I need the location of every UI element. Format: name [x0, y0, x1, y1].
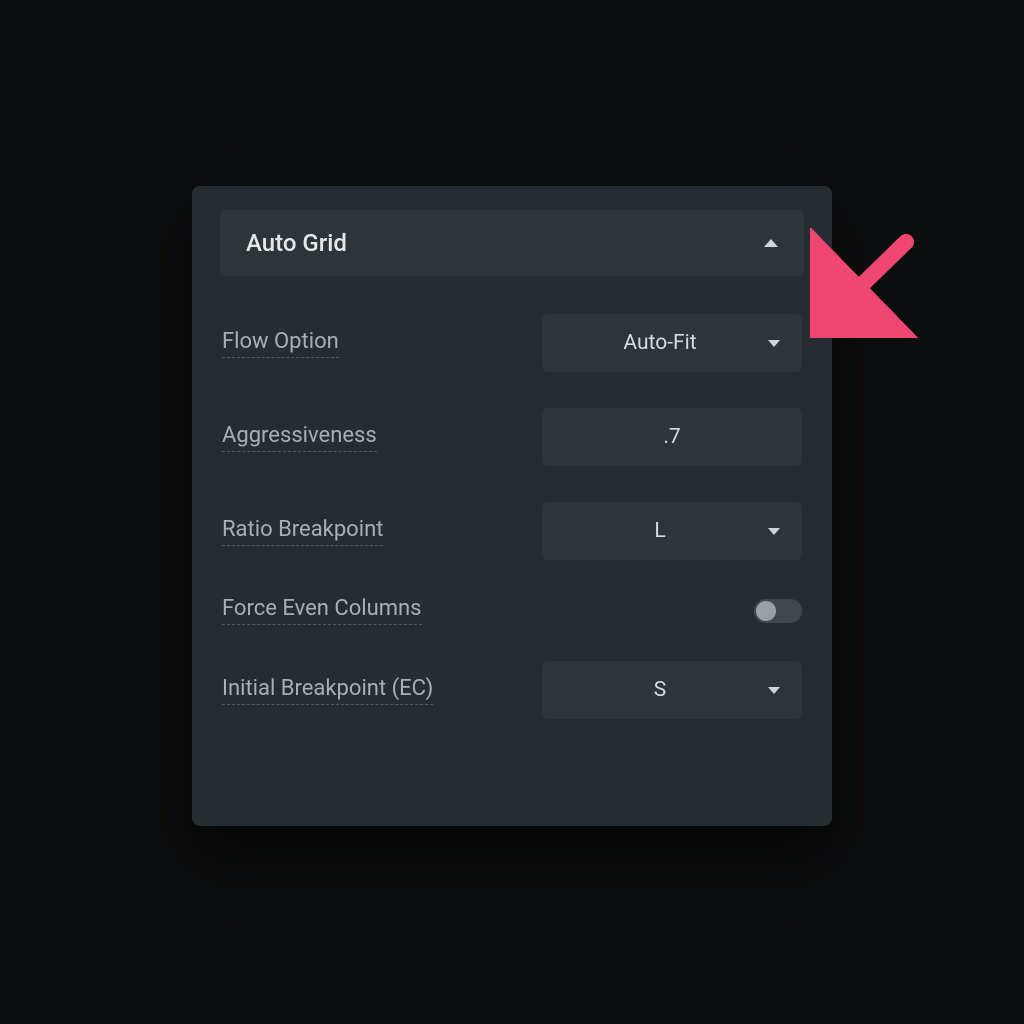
row-aggressiveness: Aggressiveness .7: [220, 390, 804, 484]
auto-grid-panel: Auto Grid Flow Option Auto-Fit Aggressiv…: [192, 186, 832, 826]
toggle-knob: [756, 601, 776, 621]
section-header-auto-grid[interactable]: Auto Grid: [220, 210, 804, 276]
aggressiveness-input[interactable]: .7: [542, 408, 802, 466]
chevron-down-icon: [768, 340, 780, 347]
row-flow-option: Flow Option Auto-Fit: [220, 296, 804, 390]
chevron-down-icon: [768, 528, 780, 535]
row-force-even-columns: Force Even Columns: [220, 578, 804, 643]
row-ratio-breakpoint: Ratio Breakpoint L: [220, 484, 804, 578]
chevron-up-icon: [764, 239, 778, 247]
label-aggressiveness: Aggressiveness: [222, 423, 377, 452]
force-even-columns-toggle[interactable]: [754, 599, 802, 623]
ratio-breakpoint-value: L: [564, 519, 756, 543]
flow-option-value: Auto-Fit: [564, 331, 756, 355]
label-flow-option: Flow Option: [222, 329, 339, 358]
aggressiveness-value: .7: [663, 425, 680, 449]
row-initial-breakpoint: Initial Breakpoint (EC) S: [220, 643, 804, 737]
ratio-breakpoint-select[interactable]: L: [542, 502, 802, 560]
label-initial-breakpoint: Initial Breakpoint (EC): [222, 676, 433, 705]
initial-breakpoint-value: S: [564, 678, 756, 702]
settings-rows: Flow Option Auto-Fit Aggressiveness .7 R…: [220, 296, 804, 737]
initial-breakpoint-select[interactable]: S: [542, 661, 802, 719]
flow-option-select[interactable]: Auto-Fit: [542, 314, 802, 372]
chevron-down-icon: [768, 687, 780, 694]
label-force-even-columns: Force Even Columns: [222, 596, 422, 625]
label-ratio-breakpoint: Ratio Breakpoint: [222, 517, 383, 546]
section-title: Auto Grid: [246, 229, 347, 257]
